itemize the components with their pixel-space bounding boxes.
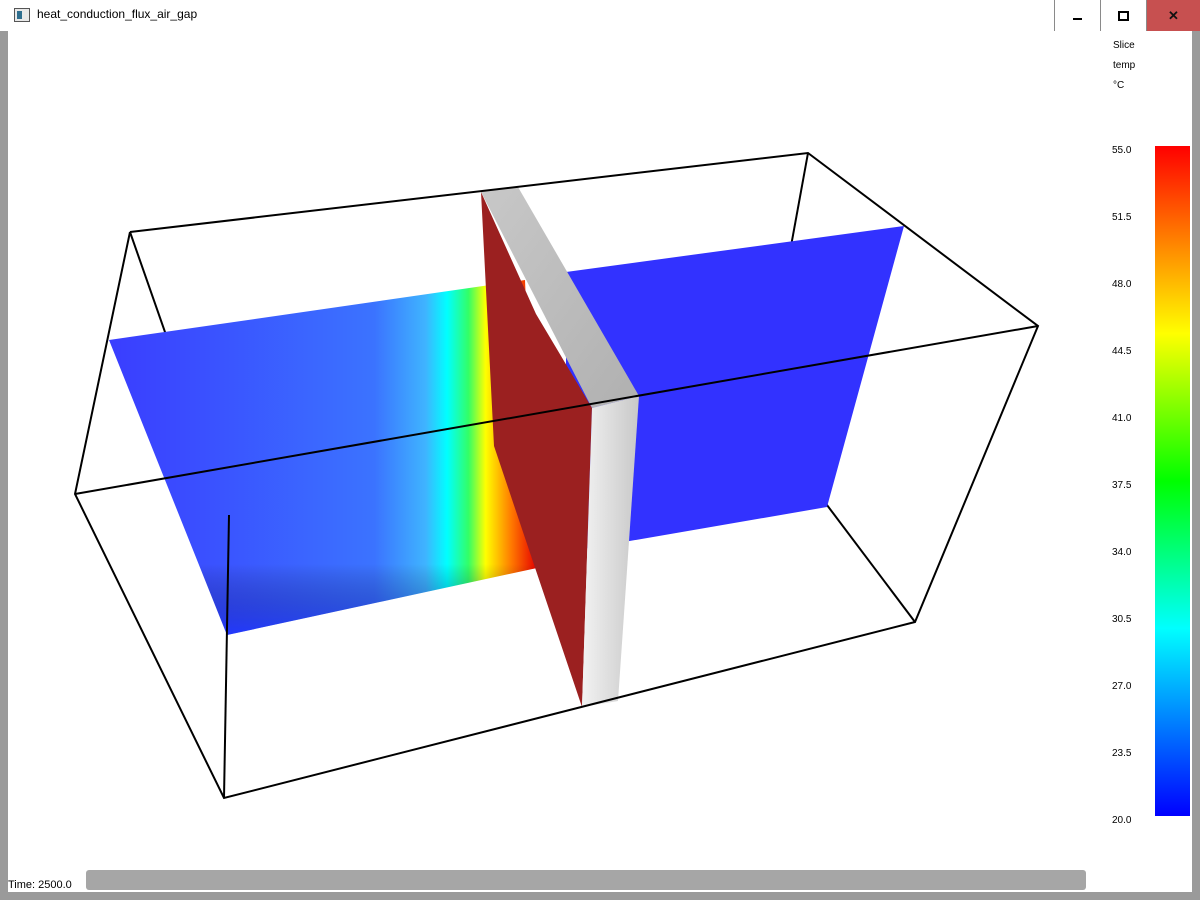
maximize-icon xyxy=(1118,10,1129,21)
title-bar[interactable]: heat_conduction_flux_air_gap ✕ xyxy=(0,0,1200,31)
colorbar-tick: 48.0 xyxy=(1112,279,1132,290)
colorbar-tick: 44.5 xyxy=(1112,346,1132,357)
colorbar-tick: 55.0 xyxy=(1112,145,1132,156)
minimize-button[interactable] xyxy=(1054,0,1100,31)
app-window-icon xyxy=(14,8,30,22)
close-icon: ✕ xyxy=(1168,7,1179,23)
colorbar-tick: 23.5 xyxy=(1112,748,1132,759)
legend-title: Slice xyxy=(1113,40,1135,51)
temperature-colorbar xyxy=(1155,146,1190,816)
temperature-slice-left-shade xyxy=(109,280,537,635)
application-window: heat_conduction_flux_air_gap ✕ Slice tem… xyxy=(0,0,1200,900)
colorbar-tick: 41.0 xyxy=(1112,413,1132,424)
maximize-button[interactable] xyxy=(1100,0,1146,31)
colorbar-tick: 27.0 xyxy=(1112,681,1132,692)
close-button[interactable]: ✕ xyxy=(1146,0,1200,31)
legend-variable: temp xyxy=(1113,60,1136,71)
colorbar-tick: 30.5 xyxy=(1112,614,1132,625)
render-viewport[interactable]: Slice temp °C 55.0 51.5 48.0 44.5 41.0 3… xyxy=(8,31,1192,892)
colorbar-tick: 37.5 xyxy=(1112,480,1132,491)
colorbar-tick: 20.0 xyxy=(1112,815,1132,826)
time-slider[interactable] xyxy=(86,870,1086,890)
colorbar-tick: 34.0 xyxy=(1112,547,1132,558)
3d-scene[interactable] xyxy=(8,31,1108,892)
colorbar-tick: 51.5 xyxy=(1112,212,1132,223)
time-readout: Time: 2500.0 xyxy=(8,879,72,891)
minimize-icon xyxy=(1073,17,1082,20)
window-title: heat_conduction_flux_air_gap xyxy=(37,7,198,21)
legend-unit: °C xyxy=(1113,80,1125,91)
